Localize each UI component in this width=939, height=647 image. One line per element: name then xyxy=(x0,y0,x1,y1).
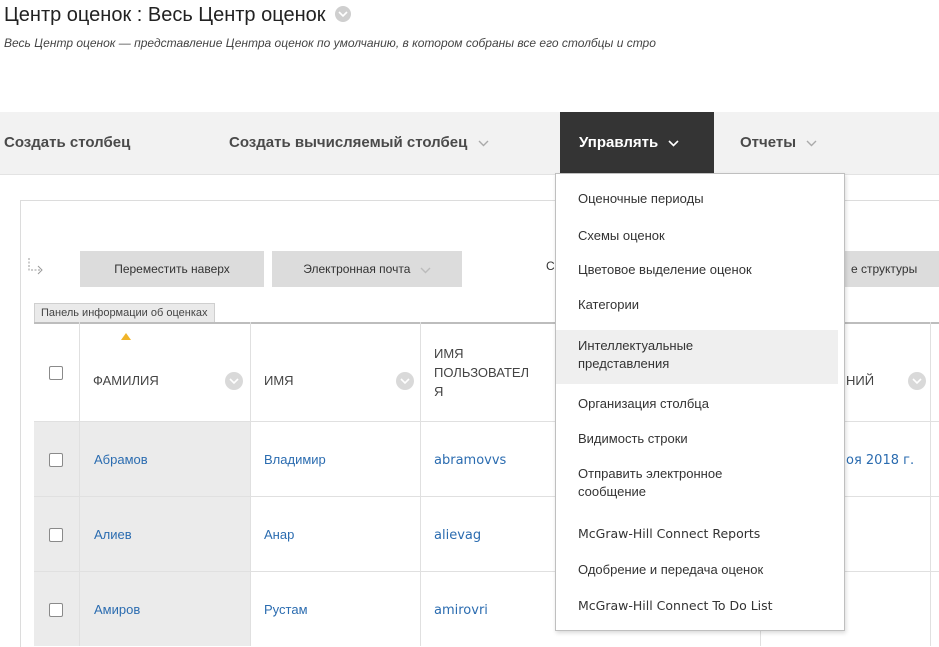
menu-item-mcgraw-hill-todo[interactable]: McGraw-Hill Connect To Do List xyxy=(556,597,844,615)
cell-first-name[interactable]: Рустам xyxy=(264,602,308,617)
menu-item-grading-schemas[interactable]: Схемы оценок xyxy=(556,227,844,245)
menu-item-row-visibility[interactable]: Видимость строки xyxy=(556,430,844,448)
create-calculated-column-button[interactable]: Создать вычисляемый столбец xyxy=(229,112,489,174)
menu-item-label: сообщение xyxy=(578,484,647,499)
create-calculated-label: Создать вычисляемый столбец xyxy=(229,134,468,151)
email-button[interactable]: Электронная почта xyxy=(272,251,462,287)
select-all-checkbox[interactable] xyxy=(49,366,63,380)
menu-item-column-organization[interactable]: Организация столбца xyxy=(556,395,844,413)
manage-menu-button[interactable]: Управлять xyxy=(560,112,714,174)
chevron-down-icon[interactable] xyxy=(225,372,243,390)
create-column-label: Создать столбец xyxy=(4,134,131,151)
page-title: Центр оценок : Весь Центр оценок xyxy=(4,4,352,27)
email-label: Электронная почта xyxy=(303,262,411,276)
menu-item-label: представления xyxy=(578,356,670,371)
manage-label: Управлять xyxy=(579,134,659,151)
menu-item-label: Оценочные периоды xyxy=(578,191,704,206)
cell-last-name[interactable]: Амиров xyxy=(94,602,140,617)
menu-item-send-email[interactable]: Отправить электронное сообщение xyxy=(556,465,844,501)
col-divider xyxy=(930,322,931,646)
header-first-name[interactable]: ИМЯ xyxy=(250,324,420,421)
toolbar-peek-text: С xyxy=(546,259,555,273)
grade-info-panel-tab[interactable]: Панель информации об оценках xyxy=(34,303,215,323)
header-username-line: ПОЛЬЗОВАТЕЛ xyxy=(434,365,530,380)
sort-ascending-icon xyxy=(121,333,131,340)
row-checkbox[interactable] xyxy=(49,453,63,467)
menu-item-mcgraw-hill-reports[interactable]: McGraw-Hill Connect Reports xyxy=(556,525,844,543)
header-username-line: Я xyxy=(434,384,444,399)
create-column-button[interactable]: Создать столбец xyxy=(4,112,130,174)
structure-label: е структуры xyxy=(851,262,918,276)
menu-item-smart-views[interactable]: Интеллектуальные представления xyxy=(556,330,838,384)
move-to-top-button[interactable]: Переместить наверх xyxy=(80,251,264,287)
cell-username[interactable]: alievag xyxy=(434,528,481,543)
header-username[interactable]: ИМЯ ПОЛЬЗОВАТЕЛ Я xyxy=(420,324,560,421)
menu-item-label: Отправить электронное xyxy=(578,466,723,481)
menu-item-label: Интеллектуальные xyxy=(578,338,694,353)
page-title-text: Центр оценок : Весь Центр оценок xyxy=(4,4,326,26)
header-username-line: ИМЯ xyxy=(434,346,464,361)
row-checkbox[interactable] xyxy=(49,603,63,617)
menu-item-label: Видимость строки xyxy=(578,431,688,446)
header-first-name-label: ИМЯ xyxy=(264,373,294,388)
menu-item-label: Цветовое выделение оценок xyxy=(578,262,752,277)
reports-menu-button[interactable]: Отчеты xyxy=(740,112,817,174)
cell-username[interactable]: amirovri xyxy=(434,603,488,618)
menu-item-label: Схемы оценок xyxy=(578,228,665,243)
menu-item-grading-periods[interactable]: Оценочные периоды xyxy=(556,190,844,208)
menu-item-label: Одобрение и передача оценок xyxy=(578,562,764,577)
menu-item-grade-approval[interactable]: Одобрение и передача оценок xyxy=(556,561,844,579)
header-peek-label: НИЙ xyxy=(846,373,875,388)
action-bar: Создать столбец Создать вычисляемый стол… xyxy=(0,112,939,175)
menu-item-label: McGraw-Hill Connect To Do List xyxy=(578,598,773,613)
grade-info-panel-label: Панель информации об оценках xyxy=(41,307,208,319)
cell-last-name[interactable]: Абрамов xyxy=(94,452,148,467)
menu-item-label: McGraw-Hill Connect Reports xyxy=(578,526,761,541)
title-menu-chevron-icon[interactable] xyxy=(335,5,352,22)
menu-item-label: Организация столбца xyxy=(578,396,709,411)
cell-date[interactable]: оя 2018 г. xyxy=(846,453,914,468)
chevron-down-icon xyxy=(420,252,431,288)
row-checkbox[interactable] xyxy=(49,528,63,542)
reports-label: Отчеты xyxy=(740,134,797,151)
cell-first-name[interactable]: Владимир xyxy=(264,452,326,467)
cell-first-name[interactable]: Анар xyxy=(264,527,294,542)
menu-item-categories[interactable]: Категории xyxy=(556,296,844,314)
header-username-label: ИМЯ ПОЛЬЗОВАТЕЛ Я xyxy=(434,344,529,401)
chevron-down-icon xyxy=(478,112,489,174)
cell-last-name[interactable]: Алиев xyxy=(94,527,132,542)
structure-button[interactable]: е структуры xyxy=(845,251,939,287)
cell-username[interactable]: abramovvs xyxy=(434,453,506,468)
page-description: Весь Центр оценок — представление Центра… xyxy=(4,36,656,50)
chevron-down-icon xyxy=(668,112,679,174)
chevron-down-icon[interactable] xyxy=(908,372,926,390)
manage-dropdown-menu: Оценочные периоды Схемы оценок Цветовое … xyxy=(555,173,845,631)
chevron-down-icon xyxy=(806,112,817,174)
chevron-down-icon[interactable] xyxy=(396,372,414,390)
move-to-top-label: Переместить наверх xyxy=(114,262,230,276)
header-last-name-label: ФАМИЛИЯ xyxy=(93,373,159,388)
header-last-name[interactable]: ФАМИЛИЯ xyxy=(79,324,250,421)
menu-item-grading-color-codes[interactable]: Цветовое выделение оценок xyxy=(556,261,844,279)
row-action-arrow-icon xyxy=(27,256,45,283)
menu-item-label: Категории xyxy=(578,297,639,312)
